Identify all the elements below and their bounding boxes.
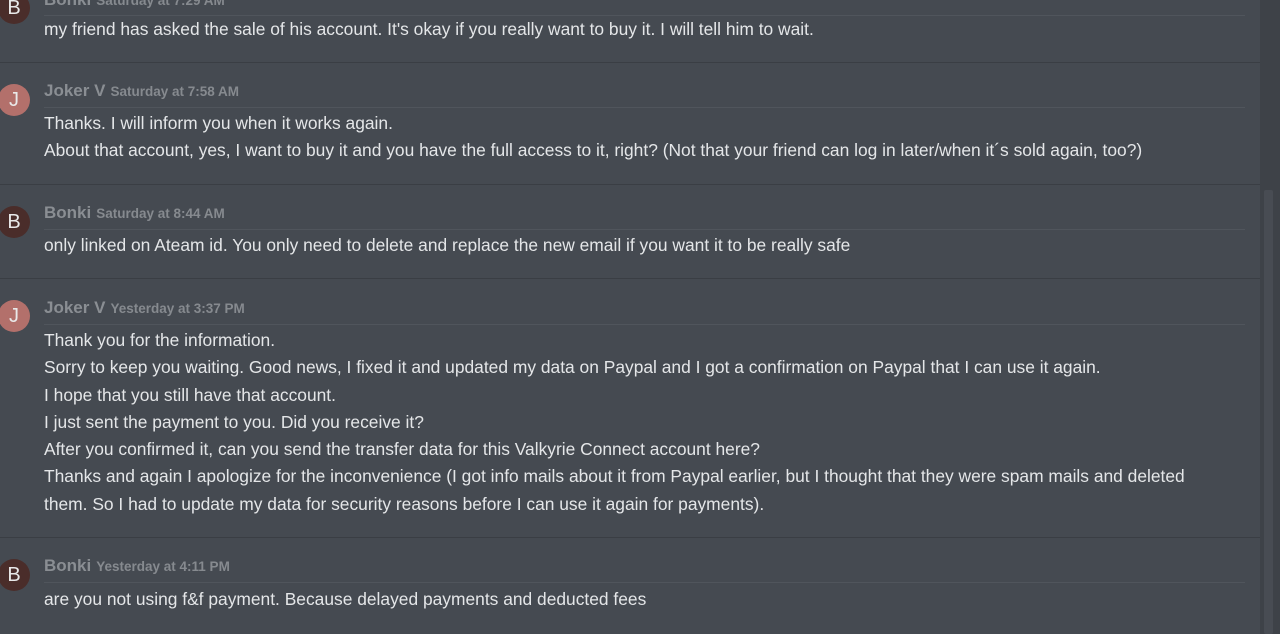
message: J Joker V Yesterday at 3:37 PM Thank you… [0, 279, 1260, 538]
message: B Bonki Yesterday at 4:11 PM are you not… [0, 538, 1260, 634]
scrollbar[interactable] [1260, 0, 1280, 634]
message-body: Thank you for the information. Sorry to … [44, 327, 1190, 518]
message: B Bonki Saturday at 7:29 AM my friend ha… [0, 0, 1260, 63]
timestamp[interactable]: Yesterday at 3:37 PM [110, 301, 244, 316]
conversation-viewport: B Bonki Saturday at 7:29 AM my friend ha… [0, 0, 1280, 634]
avatar[interactable]: J [0, 84, 30, 116]
timestamp[interactable]: Yesterday at 4:11 PM [96, 559, 230, 574]
message-line: Thank you for the information. [44, 330, 276, 350]
message-line: are you not using f&f payment. Because d… [44, 589, 647, 609]
message-header: Bonki Saturday at 8:44 AM [44, 203, 225, 225]
message-line: I just sent the payment to you. Did you … [44, 411, 424, 432]
message-line: After you confirmed it, can you send the… [44, 439, 760, 460]
message-body: my friend has asked the sale of his acco… [44, 16, 1190, 43]
author-name[interactable]: Joker V [44, 81, 105, 101]
message: J Joker V Saturday at 7:58 AM Thanks. I … [0, 63, 1260, 185]
message-header: Bonki Saturday at 7:29 AM [44, 0, 225, 12]
message-line: Sorry to keep you waiting. Good news, I … [44, 357, 1101, 378]
message: B Bonki Saturday at 8:44 AM only linked … [0, 185, 1260, 279]
timestamp[interactable]: Saturday at 7:58 AM [110, 84, 239, 99]
message-line: I hope that you still have that account. [44, 384, 336, 405]
message-thread: B Bonki Saturday at 7:29 AM my friend ha… [0, 0, 1260, 634]
author-name[interactable]: Bonki [44, 203, 91, 223]
message-line: my friend has asked the sale of his acco… [44, 19, 814, 39]
message-line: About that account, yes, I want to buy i… [44, 140, 1143, 161]
header-divider [44, 229, 1245, 230]
scrollbar-thumb[interactable] [1264, 190, 1273, 634]
author-name[interactable]: Bonki [44, 0, 91, 10]
avatar[interactable]: B [0, 0, 30, 24]
message-body: Thanks. I will inform you when it works … [44, 110, 1190, 165]
message-header: Joker V Saturday at 7:58 AM [44, 81, 239, 103]
message-header: Bonki Yesterday at 4:11 PM [44, 556, 230, 578]
header-divider [44, 324, 1245, 325]
header-divider [44, 582, 1245, 583]
author-name[interactable]: Joker V [44, 298, 105, 318]
avatar[interactable]: J [0, 300, 30, 332]
message-line: only linked on Ateam id. You only need t… [44, 235, 851, 255]
message-body: only linked on Ateam id. You only need t… [44, 232, 1190, 259]
message-line: Thanks. I will inform you when it works … [44, 113, 393, 133]
avatar[interactable]: B [0, 559, 30, 591]
message-header: Joker V Yesterday at 3:37 PM [44, 298, 245, 320]
timestamp[interactable]: Saturday at 7:29 AM [96, 0, 225, 8]
avatar[interactable]: B [0, 206, 30, 238]
timestamp[interactable]: Saturday at 8:44 AM [96, 206, 225, 221]
header-divider [44, 107, 1245, 108]
author-name[interactable]: Bonki [44, 556, 91, 576]
message-body: are you not using f&f payment. Because d… [44, 586, 1190, 613]
message-line: Thanks and again I apologize for the inc… [44, 466, 1190, 514]
